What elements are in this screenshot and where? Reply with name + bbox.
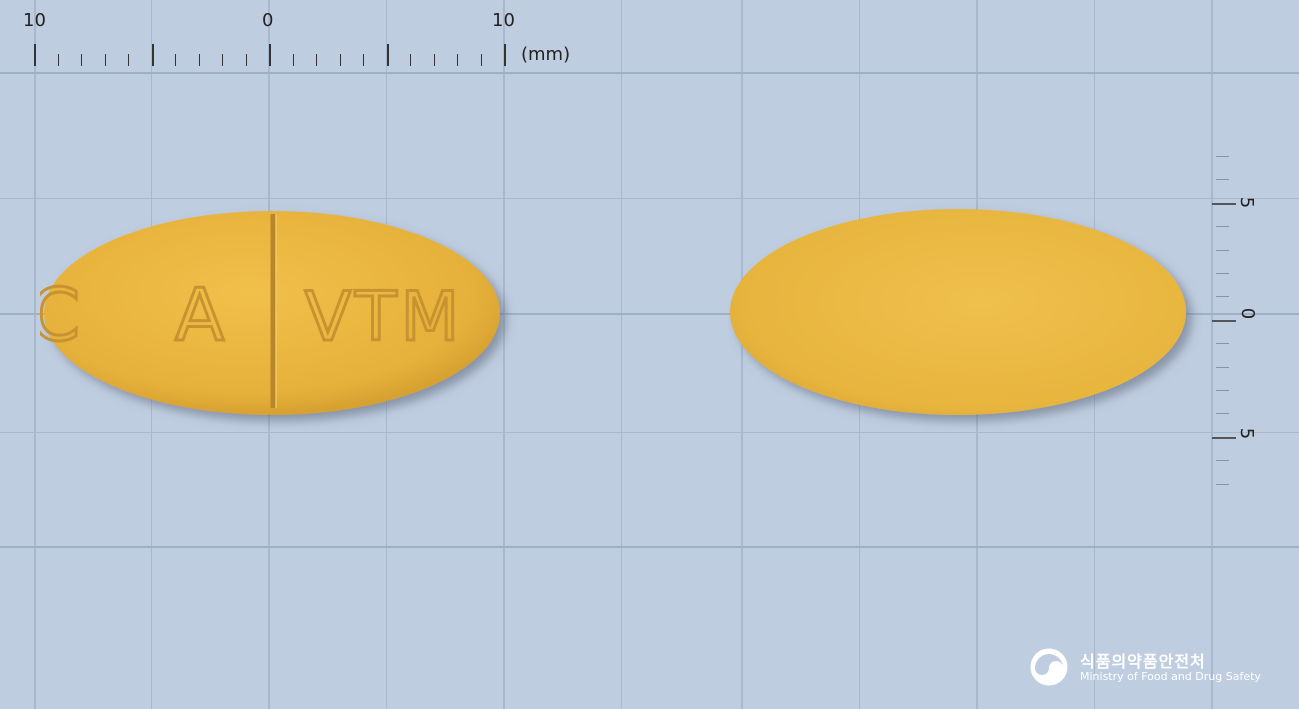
ruler-minor-tick: [1216, 179, 1229, 180]
photo-stage: 10 0 10 (mm) 5 0 5 C A VTM 식품의약품안전처 Mini…: [0, 0, 1299, 709]
ruler-major-tick: [34, 44, 36, 66]
ruler-right-label-bottom: 5: [1236, 427, 1258, 440]
logo-korean-text: 식품의약품안전처: [1080, 652, 1206, 671]
ruler-minor-tick: [363, 54, 364, 66]
grid-v-line: [1211, 0, 1213, 709]
grid-h-line: [0, 546, 1299, 548]
tablet-imprint-left: C A: [40, 273, 260, 357]
ruler-minor-tick: [199, 54, 200, 66]
ruler-minor-tick: [1216, 390, 1229, 391]
ruler-minor-tick: [1216, 296, 1229, 297]
tablet-imprint-right: VTM: [305, 278, 464, 357]
ministry-logo: 식품의약품안전처 Ministry of Food and Drug Safet…: [1028, 646, 1268, 694]
ruler-minor-tick: [1216, 367, 1229, 368]
ruler-minor-tick: [1216, 484, 1229, 485]
ruler-minor-tick: [434, 54, 435, 66]
ruler-right-label-center: 0: [1237, 307, 1259, 320]
ruler-major-tick: [1212, 320, 1236, 322]
ruler-minor-tick: [316, 54, 317, 66]
tablet-back-body: [730, 209, 1186, 415]
ruler-minor-tick: [1216, 343, 1229, 344]
ruler-minor-tick: [1216, 156, 1229, 157]
ruler-major-tick: [387, 44, 389, 66]
ruler-major-tick: [1212, 203, 1236, 205]
ruler-minor-tick: [1216, 413, 1229, 414]
ruler-minor-tick: [222, 54, 223, 66]
ruler-major-tick: [269, 44, 271, 66]
ruler-minor-tick: [175, 54, 176, 66]
grid-v-line: [621, 0, 622, 709]
ruler-minor-tick: [481, 54, 482, 66]
ruler-minor-tick: [128, 54, 129, 66]
ruler-major-tick: [1212, 437, 1236, 439]
ruler-minor-tick: [293, 54, 294, 66]
ruler-minor-tick: [246, 54, 247, 66]
ruler-minor-tick: [1216, 250, 1229, 251]
tablet-front-image: C A VTM: [40, 211, 500, 415]
grid-v-line: [34, 0, 36, 709]
ruler-minor-tick: [1216, 226, 1229, 227]
ruler-major-tick: [152, 44, 154, 66]
ruler-minor-tick: [58, 54, 59, 66]
ruler-minor-tick: [1216, 460, 1229, 461]
ruler-minor-tick: [1216, 273, 1229, 274]
grid-h-line: [0, 198, 1299, 199]
logo-english-text: Ministry of Food and Drug Safety: [1080, 670, 1261, 683]
ruler-top-label-left: 10: [23, 10, 46, 31]
grid-h-line: [0, 432, 1299, 433]
ruler-minor-tick: [457, 54, 458, 66]
ruler-minor-tick: [81, 54, 82, 66]
tablet-back-image: [730, 209, 1186, 415]
ruler-minor-tick: [410, 54, 411, 66]
ruler-major-tick: [504, 44, 506, 66]
ruler-top-label-right: 10: [492, 10, 515, 31]
ruler-top-label-center: 0: [262, 10, 274, 31]
ruler-unit-label: (mm): [521, 44, 571, 65]
ruler-right-label-top: 5: [1236, 196, 1258, 209]
ministry-emblem-icon: [1030, 648, 1068, 686]
ruler-minor-tick: [340, 54, 341, 66]
grid-h-line: [0, 72, 1299, 74]
ruler-minor-tick: [105, 54, 106, 66]
